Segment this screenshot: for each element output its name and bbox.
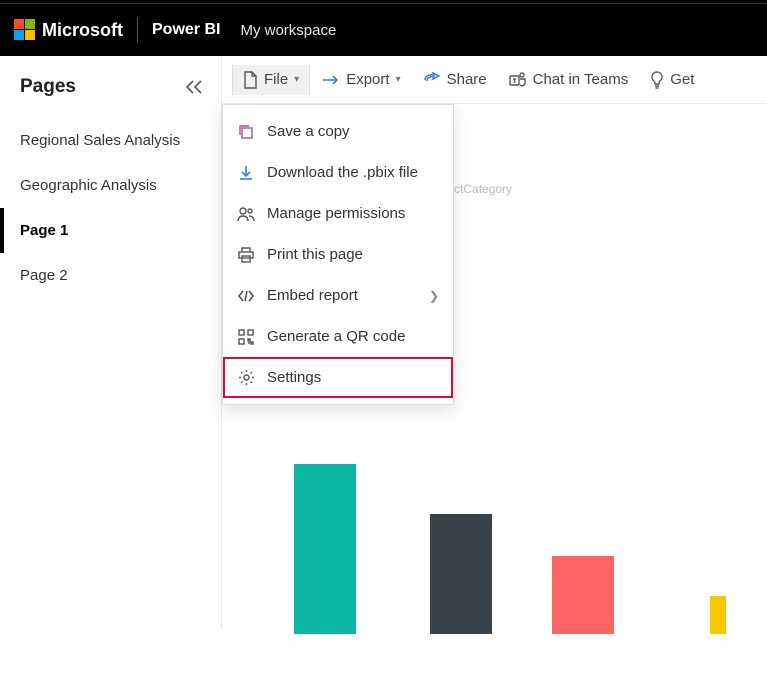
chart-bar: [710, 596, 726, 634]
download-icon: [237, 165, 255, 181]
get-button[interactable]: Get: [640, 65, 704, 95]
chevron-right-icon: ❯: [429, 289, 439, 303]
copy-icon: [237, 124, 255, 140]
lightbulb-icon: [650, 71, 664, 89]
people-icon: [237, 206, 255, 222]
brand-label: Microsoft: [42, 20, 123, 41]
pages-sidebar: Pages Regional Sales Analysis Geographic…: [0, 56, 222, 628]
gear-icon: [237, 369, 255, 386]
product-label[interactable]: Power BI: [152, 21, 220, 39]
app-header: Microsoft Power BI My workspace: [0, 4, 767, 56]
sidebar-title: Pages: [20, 76, 76, 98]
chart-bar: [552, 556, 614, 634]
page-item-regional-sales[interactable]: Regional Sales Analysis: [0, 118, 221, 163]
menu-embed-report[interactable]: Embed report ❯: [223, 275, 453, 316]
menu-save-copy[interactable]: Save a copy: [223, 111, 453, 152]
menu-generate-qr[interactable]: Generate a QR code: [223, 316, 453, 357]
microsoft-logo-icon: [14, 19, 36, 41]
share-icon: [423, 72, 441, 88]
collapse-sidebar-icon[interactable]: [185, 80, 203, 94]
page-item-page-2[interactable]: Page 2: [0, 253, 221, 298]
print-icon: [237, 247, 255, 263]
share-button[interactable]: Share: [413, 65, 497, 94]
report-toolbar: File ▾ Export ▾ Share Chat in T: [222, 56, 767, 104]
workspace-breadcrumb[interactable]: My workspace: [240, 22, 336, 39]
qr-icon: [237, 329, 255, 345]
code-icon: [237, 289, 255, 303]
menu-print-page[interactable]: Print this page: [223, 234, 453, 275]
file-menu-button[interactable]: File ▾: [232, 65, 310, 95]
page-item-geographic[interactable]: Geographic Analysis: [0, 163, 221, 208]
menu-download-pbix[interactable]: Download the .pbix file: [223, 152, 453, 193]
teams-icon: [509, 72, 527, 88]
chat-teams-button[interactable]: Chat in Teams: [499, 65, 639, 94]
file-icon: [243, 71, 258, 89]
chevron-down-icon: ▾: [396, 74, 401, 85]
chevron-down-icon: ▾: [294, 74, 299, 85]
chart-bar: [430, 514, 492, 634]
export-icon: [322, 73, 340, 87]
file-dropdown: Save a copy Download the .pbix file Mana…: [222, 104, 454, 405]
chart-bar: [294, 464, 356, 634]
export-button[interactable]: Export ▾: [312, 65, 410, 94]
menu-manage-permissions[interactable]: Manage permissions: [223, 193, 453, 234]
page-item-page-1[interactable]: Page 1: [0, 208, 221, 253]
menu-settings[interactable]: Settings: [223, 357, 453, 398]
